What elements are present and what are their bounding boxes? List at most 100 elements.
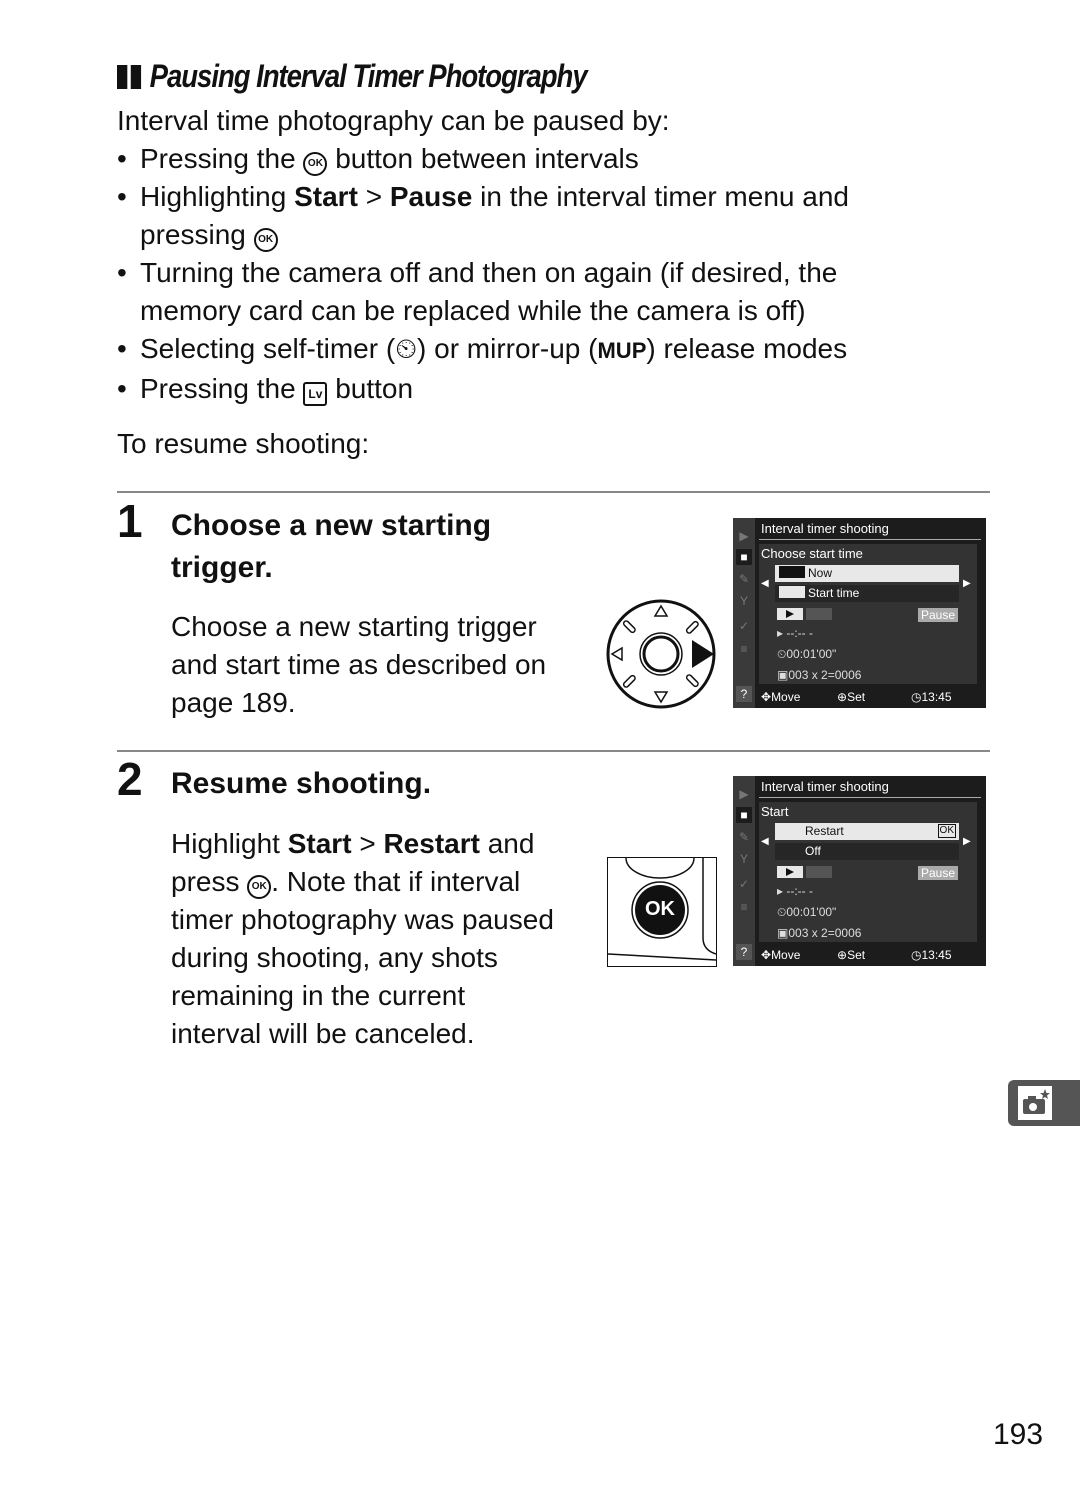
- set-hint: ⊕ Set: [837, 686, 865, 708]
- shots-row: ▣003 x 2=0006: [777, 926, 862, 940]
- heading-text: Pausing Interval Timer Photography: [149, 58, 588, 94]
- screen-footer: ✥ Move ⊕ Set ◷ 13:45: [733, 686, 986, 708]
- step-body: Highlight Start > Restart and press OK. …: [171, 825, 554, 1053]
- shooting-menu-icon: [1018, 1086, 1052, 1120]
- menu-restart: Restart: [383, 828, 480, 859]
- ok-badge-icon: OK: [937, 824, 956, 838]
- self-timer-icon: ⏲: [395, 333, 418, 364]
- mode-indicators: [777, 866, 832, 880]
- text: Choose a new starting: [171, 509, 492, 542]
- text: page 189.: [171, 687, 296, 718]
- bullet: •: [117, 181, 127, 212]
- option-label: Start time: [808, 586, 860, 600]
- intro-text: Interval time photography can be paused …: [117, 105, 670, 136]
- live-view-button-icon: Lv: [303, 382, 328, 406]
- step-title: Choose a new starting trigger.: [171, 505, 491, 589]
- interval-value: 00:01'00": [786, 905, 837, 919]
- clock: ◷ 13:45: [911, 944, 952, 966]
- step-number: 2: [117, 753, 143, 805]
- text: Move: [771, 690, 801, 704]
- mirror-up-icon: MUP: [597, 338, 647, 363]
- right-arrow-icon: ▶: [963, 836, 971, 847]
- move-hint: ✥ Move: [761, 944, 800, 966]
- text: Turning the camera off and then on again…: [140, 257, 838, 288]
- retouch-tab-icon: ✓: [738, 877, 750, 891]
- text: Selecting self-timer (: [140, 333, 396, 364]
- interval-value: 00:01'00": [786, 647, 837, 661]
- step-title: Resume shooting.: [171, 767, 432, 800]
- screen-title: Interval timer shooting: [761, 521, 889, 536]
- body-edge: [608, 953, 716, 961]
- page-number: 193: [993, 1418, 1044, 1451]
- title-underline: [759, 539, 981, 540]
- ok-button-icon: OK: [253, 228, 278, 252]
- camera-screen-choose-start: ▶ ■ ✎ Y ✓ ≡ ? Interval timer shooting Ch…: [733, 518, 986, 708]
- ok-button-icon: OK: [247, 875, 272, 899]
- option-off[interactable]: Off: [775, 843, 959, 860]
- text: . Note that if interval: [271, 866, 521, 897]
- playback-tab-icon: ▶: [739, 529, 749, 543]
- option-start-time[interactable]: Start time: [775, 585, 959, 602]
- text: Set: [847, 690, 866, 704]
- shooting-tab-icon: ■: [736, 807, 752, 823]
- text: >: [359, 828, 376, 859]
- custom-settings-tab-icon: ✎: [738, 572, 750, 586]
- list-item: • Pressing the OK button between interval…: [117, 140, 849, 178]
- submenu-title: Start: [761, 804, 789, 819]
- option-restart[interactable]: Restart OK: [775, 823, 959, 840]
- divider: [117, 491, 990, 493]
- submenu-title: Choose start time: [761, 546, 863, 561]
- clock: ◷ 13:45: [911, 686, 952, 708]
- text: button: [335, 373, 414, 404]
- shots-value: 003 x 2=0006: [788, 926, 862, 940]
- menu-tabs: ▶ ■ ✎ Y ✓ ≡ ?: [733, 776, 755, 966]
- heading-marker-icon: [117, 60, 145, 97]
- start-time-row: ▸ --:-- -: [777, 884, 814, 898]
- text: Pressing the: [140, 373, 296, 404]
- custom-settings-tab-icon: ✎: [738, 830, 750, 844]
- text: during shooting, any shots: [171, 942, 498, 973]
- multi-selector-illustration: [606, 599, 716, 709]
- text: Pressing the: [140, 143, 296, 174]
- option-now[interactable]: Now: [775, 565, 959, 582]
- timer-mode-icon: [806, 608, 832, 620]
- playback-tab-icon: ▶: [739, 787, 749, 801]
- option-label: Off: [805, 844, 821, 858]
- text: ) or mirror-up (: [417, 333, 598, 364]
- text: and: [487, 828, 535, 859]
- text: in the interval timer menu and: [480, 181, 849, 212]
- list-item: • Selecting self-timer (⏲) or mirror-up (…: [117, 330, 849, 370]
- pause-label: Pause: [917, 608, 958, 622]
- pause-label: Pause: [917, 866, 958, 880]
- menu-pause: Pause: [389, 181, 473, 212]
- camera-star-icon: [1023, 1089, 1050, 1114]
- start-time-value: --:-- -: [786, 626, 814, 640]
- resume-label: To resume shooting:: [117, 428, 370, 459]
- text: pressing: [140, 219, 246, 250]
- camera-top: [1028, 1096, 1036, 1100]
- screen-footer: ✥ Move ⊕ Set ◷ 13:45: [733, 944, 986, 966]
- interval-row: ⏲00:01'00": [777, 647, 837, 661]
- timer-mode-icon: [806, 866, 832, 878]
- body-edge: [702, 858, 716, 955]
- shots-value: 003 x 2=0006: [788, 668, 862, 682]
- divider: [117, 750, 990, 752]
- text: memory card can be replaced while the ca…: [140, 295, 806, 326]
- shooting-tab-icon: ■: [736, 549, 752, 565]
- menu-tabs: ▶ ■ ✎ Y ✓ ≡ ?: [733, 518, 755, 708]
- timer-play-icon: [779, 586, 805, 598]
- menu-start: Start: [287, 828, 352, 859]
- text: timer photography was paused: [171, 904, 554, 935]
- play-icon: [779, 566, 805, 578]
- ok-button-icon: OK: [303, 152, 328, 176]
- start-time-row: ▸ --:-- -: [777, 626, 814, 640]
- step-number: 1: [117, 495, 143, 547]
- shots-row: ▣003 x 2=0006: [777, 668, 862, 682]
- bullet: •: [117, 257, 127, 288]
- section-tab-marker: [1008, 1080, 1080, 1126]
- text: Set: [847, 948, 866, 962]
- text: interval will be canceled.: [171, 1018, 475, 1049]
- menu-start: Start: [294, 181, 358, 212]
- my-menu-tab-icon: ≡: [740, 900, 748, 914]
- screen-title: Interval timer shooting: [761, 779, 889, 794]
